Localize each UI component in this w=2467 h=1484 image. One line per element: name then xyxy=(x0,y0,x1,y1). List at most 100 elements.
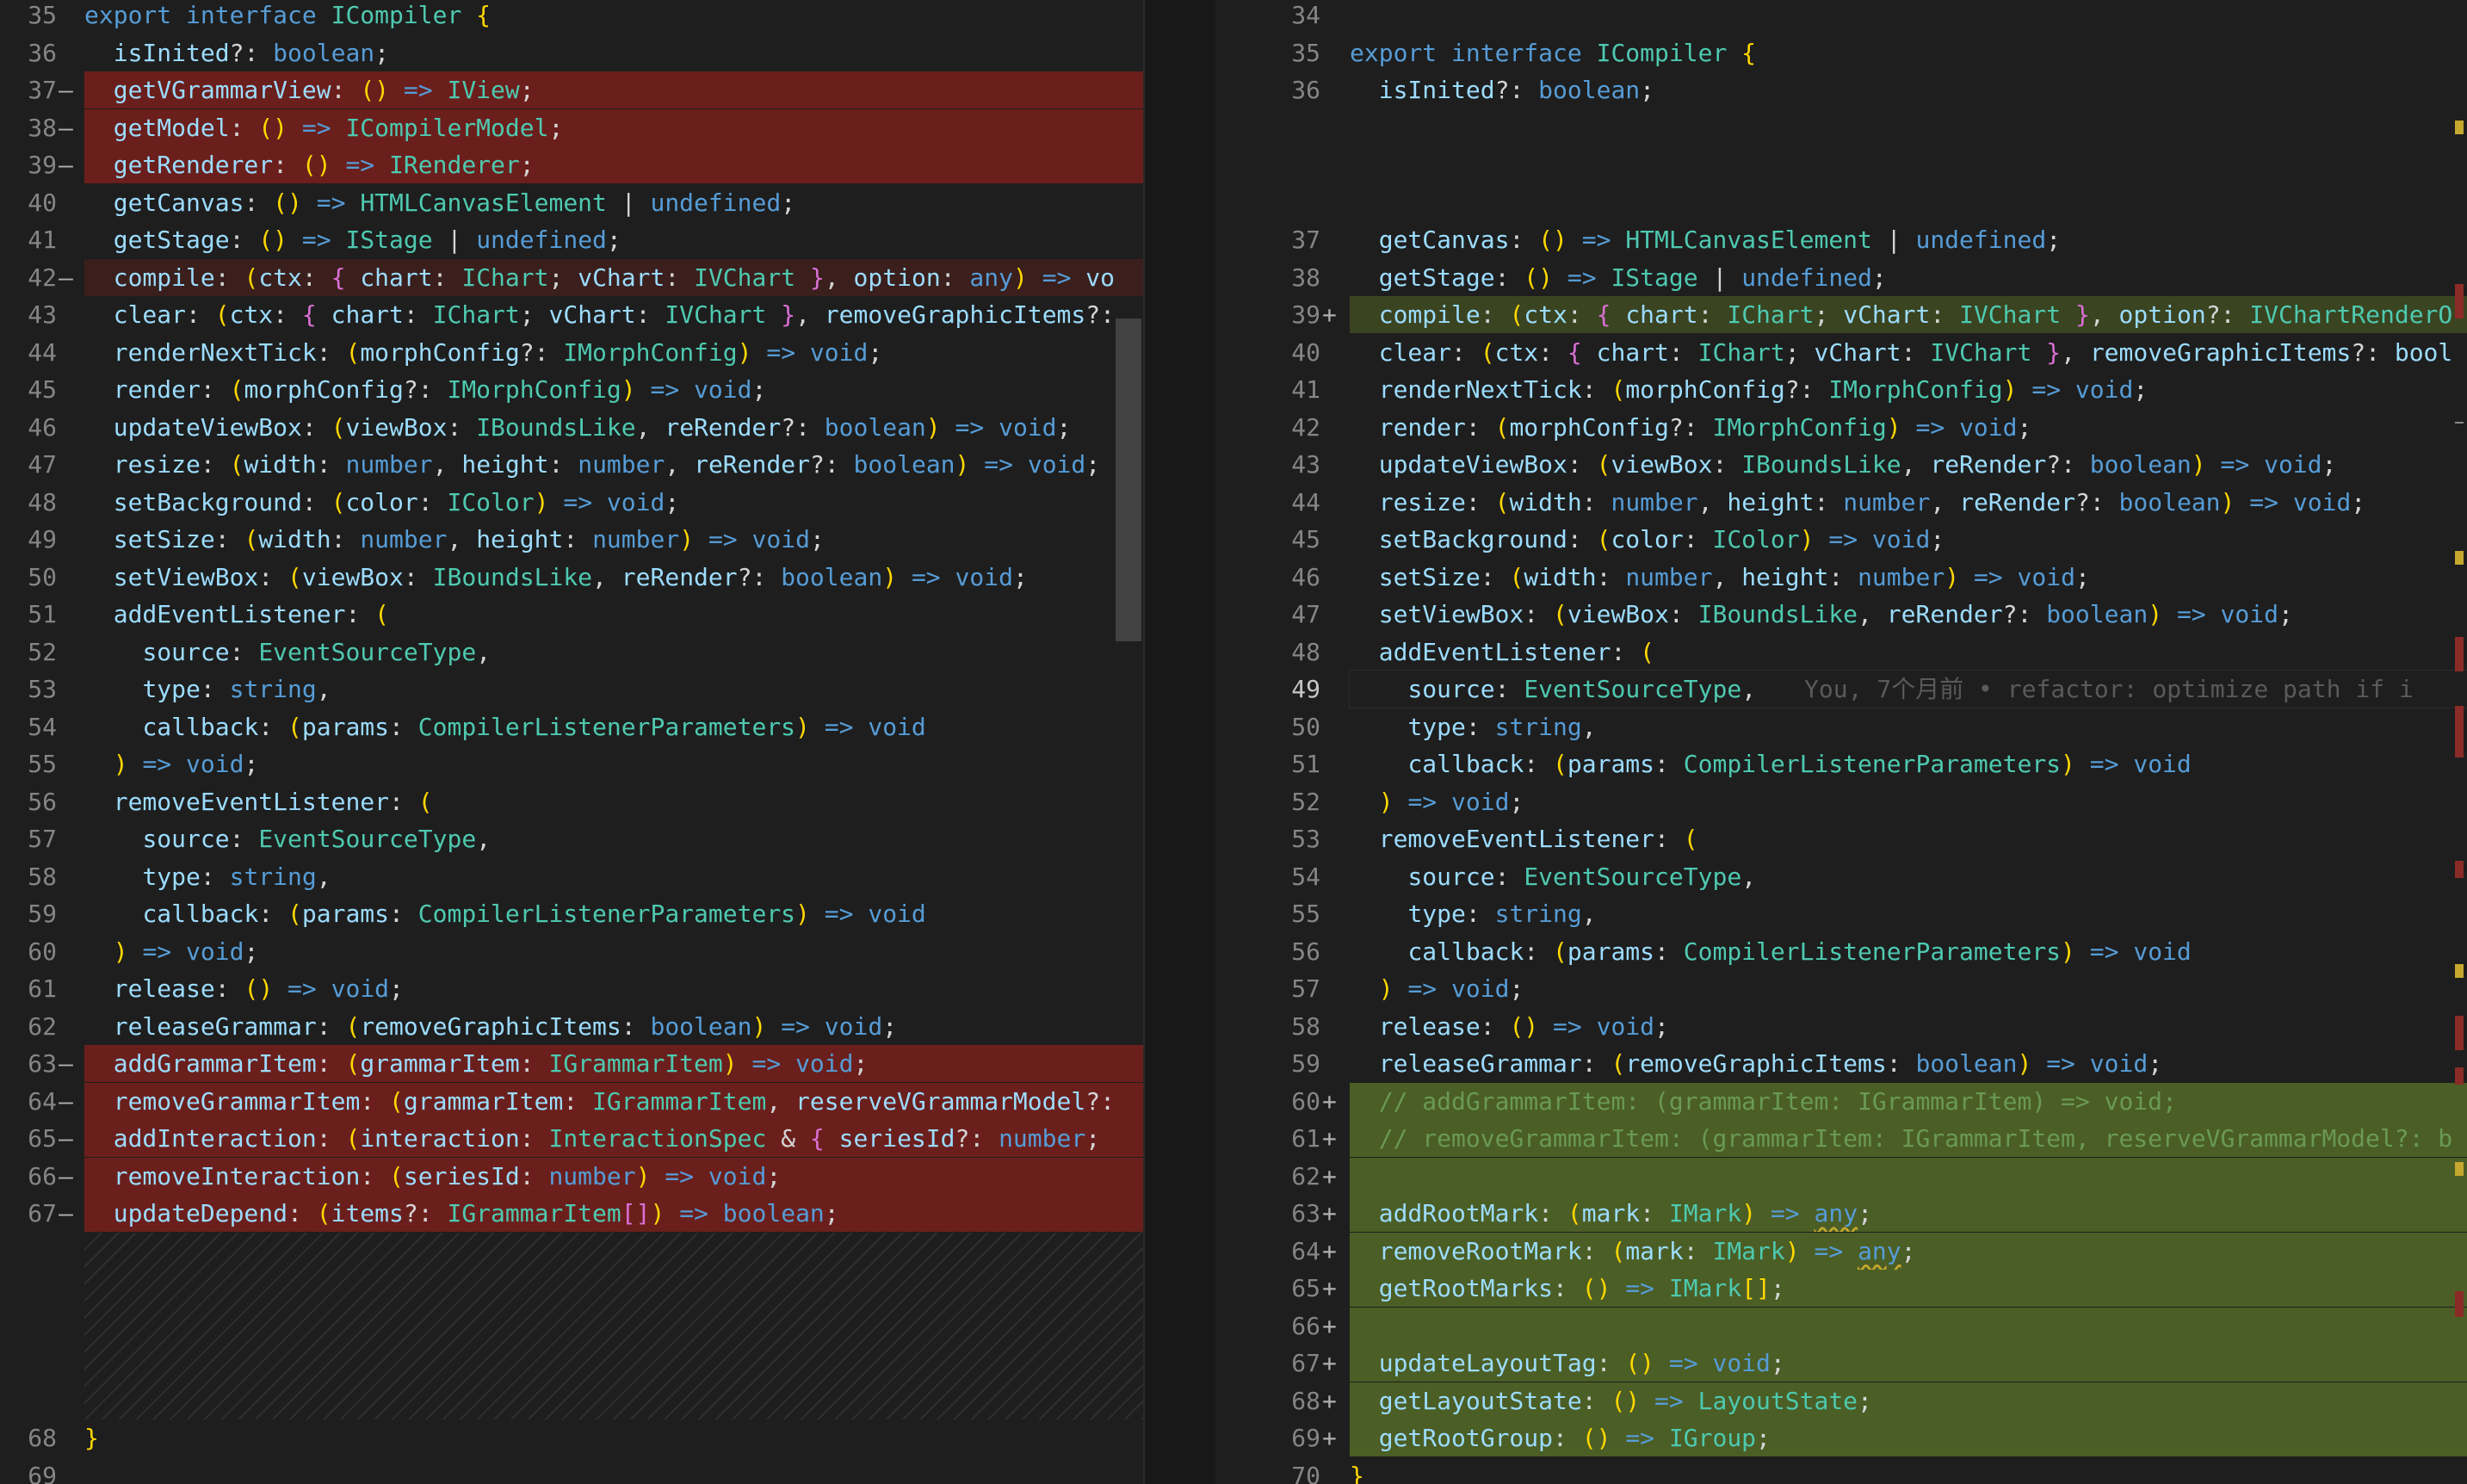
code-text[interactable]: updateLayoutTag: () => void; xyxy=(1350,1345,2467,1382)
code-text[interactable]: updateViewBox: (viewBox: IBoundsLike, re… xyxy=(1350,446,2467,483)
right-code-line[interactable]: 43 updateViewBox: (viewBox: IBoundsLike,… xyxy=(1215,446,2467,483)
right-code-line[interactable]: 68 + getLayoutState: () => LayoutState; xyxy=(1215,1382,2467,1419)
code-text[interactable]: releaseGrammar: (removeGraphicItems: boo… xyxy=(1350,1045,2467,1082)
right-code-line[interactable]: 53 removeEventListener: ( xyxy=(1215,820,2467,857)
left-code-line[interactable]: 63— addGrammarItem: (grammarItem: IGramm… xyxy=(0,1045,1143,1082)
code-text[interactable]: addInteraction: (interaction: Interactio… xyxy=(84,1120,1143,1157)
code-text[interactable] xyxy=(84,1457,1143,1484)
right-code-line[interactable]: 61 + // removeGrammarItem: (grammarItem: … xyxy=(1215,1120,2467,1157)
code-text[interactable]: } xyxy=(84,1419,1143,1456)
code-text[interactable]: addEventListener: ( xyxy=(84,596,1143,633)
code-text[interactable]: setViewBox: (viewBox: IBoundsLike, reRen… xyxy=(84,559,1143,596)
code-text[interactable]: resize: (width: number, height: number, … xyxy=(84,446,1143,483)
left-code-line[interactable]: 69 xyxy=(0,1457,1143,1484)
left-scrollbar-thumb[interactable] xyxy=(1116,318,1141,641)
code-text[interactable]: compile: (ctx: { chart: IChart; vChart: … xyxy=(1350,296,2467,333)
code-text[interactable]: render: (morphConfig?: IMorphConfig) => … xyxy=(1350,409,2467,446)
left-code-line[interactable]: 43 clear: (ctx: { chart: IChart; vChart:… xyxy=(0,296,1143,333)
code-text[interactable]: ) => void; xyxy=(1350,783,2467,820)
right-code-line[interactable]: 60 + // addGrammarItem: (grammarItem: IGr… xyxy=(1215,1082,2467,1120)
code-text[interactable]: } xyxy=(1350,1457,2467,1484)
left-code-line[interactable]: 37— getVGrammarView: () => IView; xyxy=(0,71,1143,108)
code-text[interactable]: release: () => void; xyxy=(1350,1008,2467,1045)
left-code-line[interactable]: 39— getRenderer: () => IRenderer; xyxy=(0,146,1143,183)
code-text[interactable]: addEventListener: ( xyxy=(1350,634,2467,671)
left-code-line[interactable]: 58 type: string, xyxy=(0,858,1143,895)
code-text[interactable]: releaseGrammar: (removeGraphicItems: boo… xyxy=(84,1008,1143,1045)
right-code-line[interactable]: 44 resize: (width: number, height: numbe… xyxy=(1215,484,2467,521)
code-text[interactable]: export interface ICompiler { xyxy=(1350,34,2467,71)
code-text[interactable]: clear: (ctx: { chart: IChart; vChart: IV… xyxy=(1350,334,2467,371)
right-code-line[interactable]: 59 releaseGrammar: (removeGraphicItems: … xyxy=(1215,1045,2467,1082)
right-code-line[interactable]: 49 source: EventSourceType, You, 7个月前 • r… xyxy=(1215,670,2467,708)
code-text[interactable]: updateViewBox: (viewBox: IBoundsLike, re… xyxy=(84,409,1143,446)
code-text[interactable]: removeEventListener: ( xyxy=(1350,820,2467,857)
right-code-line[interactable]: 45 setBackground: (color: IColor) => voi… xyxy=(1215,521,2467,558)
code-text[interactable]: addRootMark: (mark: IMark) => any; xyxy=(1350,1195,2467,1232)
code-text[interactable]: callback: (params: CompilerListenerParam… xyxy=(1350,933,2467,970)
code-text[interactable]: type: string, xyxy=(84,671,1143,708)
right-code-line[interactable]: 34 xyxy=(1215,0,2467,34)
left-code-line[interactable]: 48 setBackground: (color: IColor) => voi… xyxy=(0,484,1143,521)
code-text[interactable]: source: EventSourceType, xyxy=(84,634,1143,671)
code-text[interactable]: source: EventSourceType, You, 7个月前 • refa… xyxy=(1349,670,2467,708)
right-code-line[interactable]: 67 + updateLayoutTag: () => void; xyxy=(1215,1345,2467,1382)
code-text[interactable]: getRenderer: () => IRenderer; xyxy=(84,146,1143,183)
code-text[interactable]: isInited?: boolean; xyxy=(1350,71,2467,108)
code-text[interactable]: callback: (params: CompilerListenerParam… xyxy=(84,895,1143,932)
code-text[interactable] xyxy=(1350,1157,2467,1195)
code-text[interactable]: render: (morphConfig?: IMorphConfig) => … xyxy=(84,371,1143,408)
right-code-line[interactable]: 42 render: (morphConfig?: IMorphConfig) … xyxy=(1215,409,2467,446)
left-code-line[interactable]: 49 setSize: (width: number, height: numb… xyxy=(0,521,1143,558)
left-code-line[interactable]: 56 removeEventListener: ( xyxy=(0,783,1143,820)
left-code-line[interactable]: 38— getModel: () => ICompilerModel; xyxy=(0,108,1143,146)
left-code-line[interactable]: 55 ) => void; xyxy=(0,745,1143,782)
code-text[interactable]: setBackground: (color: IColor) => void; xyxy=(1350,521,2467,558)
left-code-line[interactable]: 68} xyxy=(0,1419,1143,1456)
right-code-line[interactable]: 65 + getRootMarks: () => IMark[]; xyxy=(1215,1270,2467,1307)
code-text[interactable]: updateDepend: (items?: IGrammarItem[]) =… xyxy=(84,1195,1143,1232)
code-text[interactable]: callback: (params: CompilerListenerParam… xyxy=(84,708,1143,745)
code-text[interactable]: clear: (ctx: { chart: IChart; vChart: IV… xyxy=(84,296,1143,333)
code-text[interactable]: getRootGroup: () => IGroup; xyxy=(1350,1419,2467,1456)
right-code-line[interactable]: 64 + removeRootMark: (mark: IMark) => any… xyxy=(1215,1232,2467,1270)
code-text[interactable]: addGrammarItem: (grammarItem: IGrammarIt… xyxy=(84,1045,1143,1082)
code-text[interactable]: source: EventSourceType, xyxy=(1350,858,2467,895)
right-code-line[interactable]: 58 release: () => void; xyxy=(1215,1008,2467,1045)
right-code-line[interactable]: 66 + xyxy=(1215,1307,2467,1345)
code-text[interactable]: getCanvas: () => HTMLCanvasElement | und… xyxy=(1350,221,2467,258)
left-code-line[interactable]: 62 releaseGrammar: (removeGraphicItems: … xyxy=(0,1008,1143,1045)
code-text[interactable]: release: () => void; xyxy=(84,970,1143,1007)
code-text[interactable]: renderNextTick: (morphConfig?: IMorphCon… xyxy=(1350,371,2467,408)
code-text[interactable]: // addGrammarItem: (grammarItem: IGramma… xyxy=(1350,1082,2467,1120)
right-code-line[interactable]: 62 + xyxy=(1215,1157,2467,1195)
right-code-line[interactable]: 46 setSize: (width: number, height: numb… xyxy=(1215,559,2467,596)
code-text[interactable]: // removeGrammarItem: (grammarItem: IGra… xyxy=(1350,1120,2467,1157)
left-code-line[interactable]: 46 updateViewBox: (viewBox: IBoundsLike,… xyxy=(0,409,1143,446)
code-text[interactable]: ) => void; xyxy=(84,745,1143,782)
code-text[interactable]: type: string, xyxy=(1350,895,2467,932)
modified-pane[interactable]: 34 35 export interface ICompiler {36 isIni… xyxy=(1215,0,2467,1484)
code-text[interactable] xyxy=(1350,0,2467,34)
right-code-line[interactable]: 52 ) => void; xyxy=(1215,783,2467,820)
code-text[interactable]: type: string, xyxy=(84,858,1143,895)
left-code-line[interactable]: 57 source: EventSourceType, xyxy=(0,820,1143,857)
right-code-line[interactable]: 54 source: EventSourceType, xyxy=(1215,858,2467,895)
code-text[interactable]: removeEventListener: ( xyxy=(84,783,1143,820)
original-pane[interactable]: 35 export interface ICompiler {36 isInite… xyxy=(0,0,1143,1484)
code-text[interactable]: resize: (width: number, height: number, … xyxy=(1350,484,2467,521)
code-text[interactable]: removeInteraction: (seriesId: number) =>… xyxy=(84,1157,1143,1195)
code-text[interactable]: getModel: () => ICompilerModel; xyxy=(84,108,1143,146)
code-text[interactable]: getLayoutState: () => LayoutState; xyxy=(1350,1382,2467,1419)
left-code-line[interactable]: 65— addInteraction: (interaction: Intera… xyxy=(0,1120,1143,1157)
right-code-line[interactable]: 70} xyxy=(1215,1457,2467,1484)
right-code-line[interactable]: 51 callback: (params: CompilerListenerPa… xyxy=(1215,745,2467,782)
code-text[interactable]: renderNextTick: (morphConfig?: IMorphCon… xyxy=(84,334,1143,371)
left-code-line[interactable]: 40 getCanvas: () => HTMLCanvasElement | … xyxy=(0,184,1143,221)
left-code-line[interactable]: 35 export interface ICompiler { xyxy=(0,0,1143,34)
left-code-line[interactable]: 61 release: () => void; xyxy=(0,970,1143,1007)
right-code-line[interactable]: 69 + getRootGroup: () => IGroup; xyxy=(1215,1419,2467,1456)
code-text[interactable]: callback: (params: CompilerListenerParam… xyxy=(1350,745,2467,782)
left-code-line[interactable]: 36 isInited?: boolean; xyxy=(0,34,1143,71)
pane-divider[interactable] xyxy=(1143,0,1215,1484)
